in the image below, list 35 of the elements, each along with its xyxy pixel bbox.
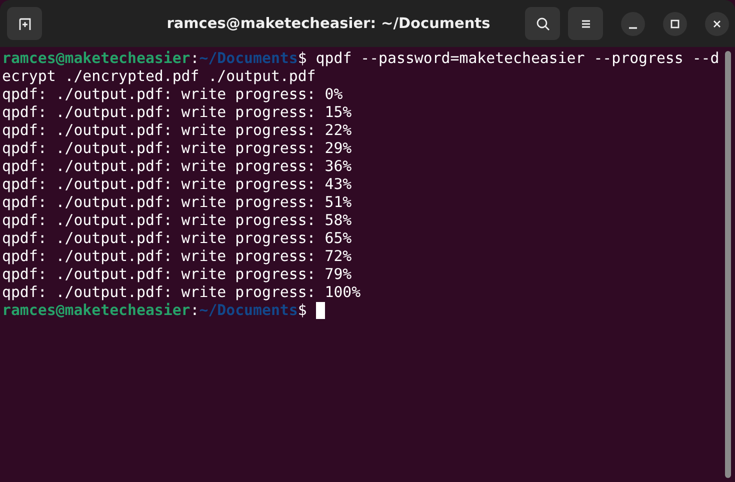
close-button[interactable] [705, 12, 729, 36]
prompt-user: ramces@maketecheasier [2, 301, 190, 319]
output-line: qpdf: ./output.pdf: write progress: 15% [2, 103, 352, 121]
prompt-separator: : [190, 49, 200, 67]
output-line: qpdf: ./output.pdf: write progress: 43% [2, 175, 352, 193]
prompt-symbol: $ [298, 49, 307, 67]
prompt-separator: : [190, 301, 200, 319]
output-line: qpdf: ./output.pdf: write progress: 100% [2, 283, 361, 301]
output-line: qpdf: ./output.pdf: write progress: 58% [2, 211, 352, 229]
maximize-button[interactable] [663, 12, 687, 36]
minimize-button[interactable] [621, 12, 645, 36]
prompt-path: ~/Documents [199, 49, 298, 67]
close-icon [712, 18, 722, 28]
prompt-symbol: $ [298, 301, 307, 319]
command-text: qpdf --password=maketecheasier --progress --d [314, 49, 720, 67]
output-line: qpdf: ./output.pdf: write progress: 36% [2, 157, 352, 175]
output-line: qpdf: ./output.pdf: write progress: 65% [2, 229, 352, 247]
minimize-icon [629, 26, 637, 28]
search-button[interactable] [525, 7, 560, 40]
output-line: qpdf: ./output.pdf: write progress: 51% [2, 193, 352, 211]
menu-button[interactable] [568, 7, 603, 40]
prompt-user: ramces@maketecheasier [2, 49, 190, 67]
output-line: qpdf: ./output.pdf: write progress: 22% [2, 121, 352, 139]
output-line: qpdf: ./output.pdf: write progress: 72% [2, 247, 352, 265]
output-line: qpdf: ./output.pdf: write progress: 29% [2, 139, 352, 157]
output-line: qpdf: ./output.pdf: write progress: 79% [2, 265, 352, 283]
maximize-icon [670, 18, 680, 28]
search-icon [534, 16, 550, 32]
output-line: ecrypt ./encrypted.pdf ./output.pdf [2, 67, 316, 85]
scrollbar[interactable] [725, 51, 731, 478]
window-title: ramces@maketecheasier: ~/Documents [166, 16, 492, 32]
prompt-path: ~/Documents [199, 301, 298, 319]
new-tab-icon [16, 16, 32, 32]
new-tab-button[interactable] [7, 7, 42, 40]
output-line: qpdf: ./output.pdf: write progress: 0% [2, 85, 343, 103]
